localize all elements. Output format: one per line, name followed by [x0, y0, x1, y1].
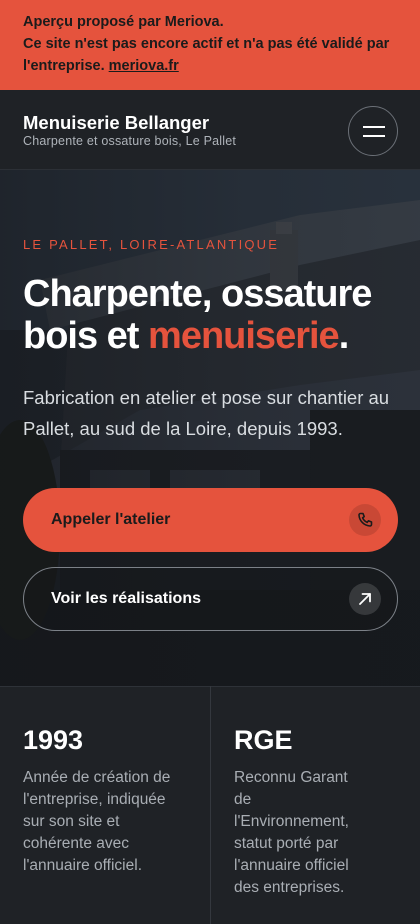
brand-tagline: Charpente et ossature bois, Le Pallet	[23, 134, 237, 148]
hamburger-menu-icon-bar	[363, 135, 385, 137]
stat-rge-value: RGE	[234, 725, 293, 755]
stat-rge-text: Reconnu Garant de l'Environnement, statu…	[234, 769, 349, 896]
brand-name[interactable]: Menuiserie Bellanger	[23, 112, 209, 134]
hero-title-period: .	[338, 315, 350, 357]
call-workshop-button[interactable]: Appeler l'atelier	[23, 488, 398, 552]
stat-year-text: Année de création de l'entreprise, indiq…	[23, 769, 171, 874]
view-projects-button[interactable]: Voir les réalisations	[23, 567, 398, 631]
banner-notice: Ce site n'est pas encore actif et n'a pa…	[23, 33, 397, 77]
phone-icon	[349, 504, 381, 536]
banner-notice-text: Ce site n'est pas encore actif et n'a pa…	[23, 36, 390, 74]
hero-eyebrow: LE PALLET, LOIRE-ATLANTIQUE	[23, 237, 280, 252]
view-projects-label: Voir les réalisations	[51, 590, 201, 607]
stat-year-value: 1993	[23, 725, 84, 755]
menu-button[interactable]	[348, 106, 398, 156]
call-workshop-label: Appeler l'atelier	[51, 511, 171, 528]
hero-title-accent: menuiserie	[148, 315, 340, 357]
meriova-link[interactable]: meriova.fr	[109, 58, 179, 74]
banner-title: Aperçu proposé par Meriova.	[23, 14, 224, 30]
hero-title: Charpente, ossature bois et menuiserie.	[23, 273, 403, 357]
hero-description: Fabrication en atelier et pose sur chant…	[23, 387, 390, 439]
hamburger-menu-icon	[363, 126, 385, 128]
stats-divider	[210, 686, 211, 924]
preview-banner: Aperçu proposé par Meriova. Ce site n'es…	[0, 0, 420, 90]
arrow-up-right-icon	[349, 583, 381, 615]
